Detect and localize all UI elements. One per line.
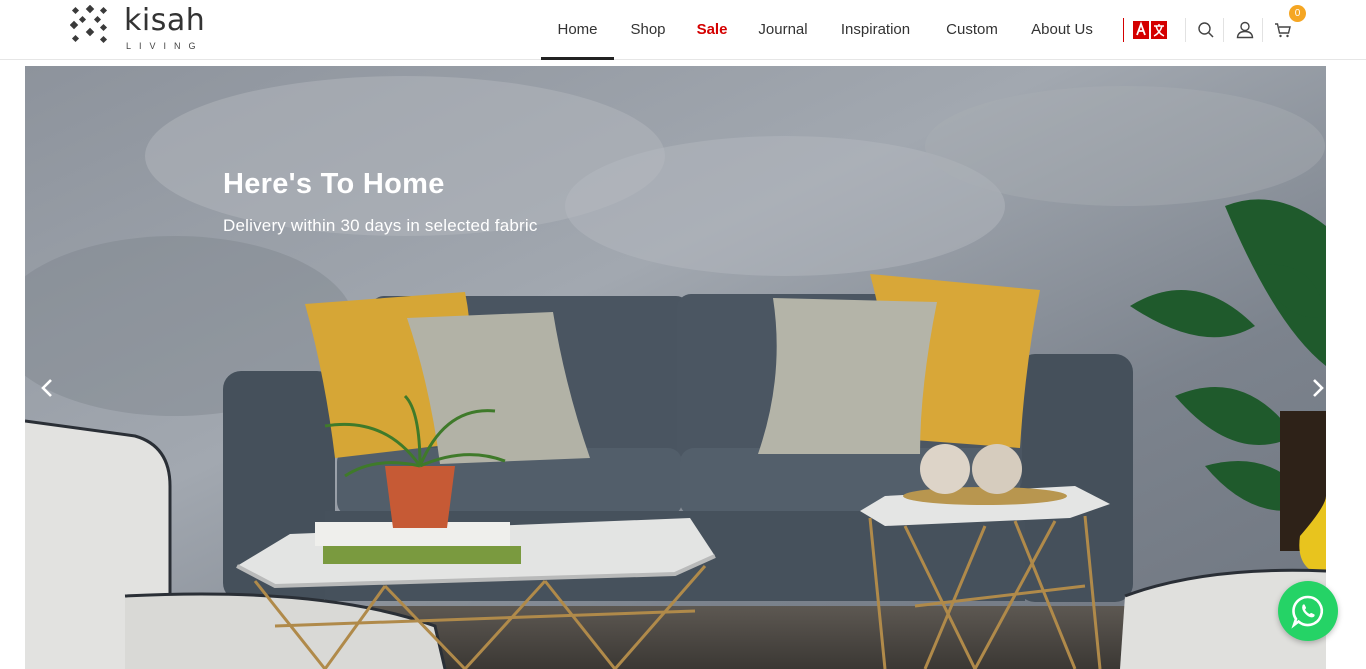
nav-journal[interactable]: Journal [742, 0, 824, 60]
cart-icon[interactable] [1271, 18, 1295, 42]
cart-count-badge: 0 [1289, 5, 1306, 22]
logo-mark-icon [70, 5, 108, 44]
chevron-left-icon[interactable] [35, 374, 59, 402]
logo[interactable]: kisah LIVING [70, 3, 230, 55]
search-icon[interactable] [1194, 18, 1218, 42]
hero-title: Here's To Home [223, 168, 445, 200]
main-nav: Home Shop Sale Journal Inspiration Custo… [541, 0, 1107, 60]
toolbar-divider [1185, 18, 1186, 42]
nav-inspiration[interactable]: Inspiration [824, 0, 927, 60]
whatsapp-chat-button[interactable] [1278, 581, 1338, 641]
nav-shop[interactable]: Shop [614, 0, 682, 60]
toolbar-divider [1262, 18, 1263, 42]
nav-about-us[interactable]: About Us [1017, 0, 1107, 60]
toolbar-divider [1223, 18, 1224, 42]
whatsapp-icon [1291, 595, 1324, 629]
hero-image [25, 66, 1326, 669]
nav-divider [1123, 18, 1124, 42]
logo-name: kisah [124, 3, 206, 38]
nav-custom[interactable]: Custom [927, 0, 1017, 60]
hero-subtitle: Delivery within 30 days in selected fabr… [223, 216, 538, 235]
logo-tagline: LIVING [126, 41, 204, 51]
nav-sale[interactable]: Sale [682, 0, 742, 60]
site-header: kisah LIVING Home Shop Sale Journal Insp… [0, 0, 1366, 60]
user-icon[interactable] [1233, 18, 1257, 42]
chevron-right-icon[interactable] [1306, 374, 1326, 402]
hero-slider: Here's To Home Delivery within 30 days i… [25, 66, 1326, 669]
nav-home[interactable]: Home [541, 0, 614, 60]
translate-icon[interactable] [1133, 21, 1167, 39]
